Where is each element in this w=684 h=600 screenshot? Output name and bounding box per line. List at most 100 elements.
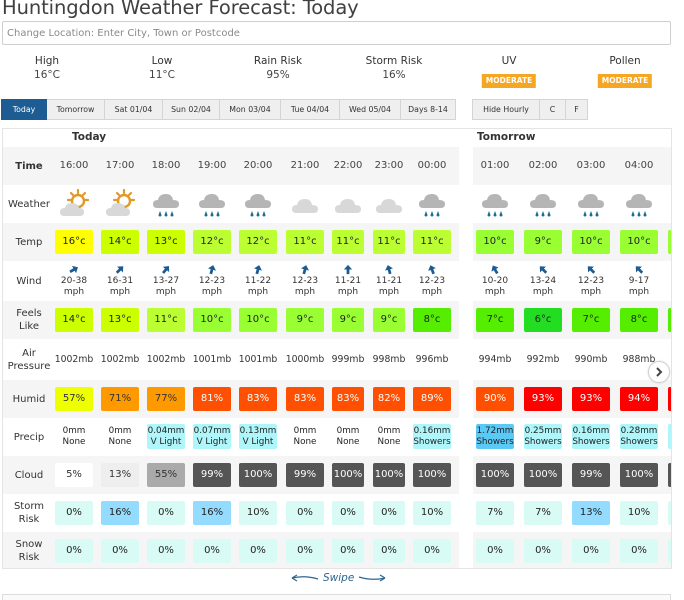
air-pressure-value: 994mb bbox=[478, 354, 512, 365]
wind-unit: mph bbox=[532, 287, 554, 297]
pollen-badge: MODERATE bbox=[597, 74, 653, 88]
rain-cloud-icon bbox=[245, 194, 271, 217]
precip-cell: 1.72mm Showers bbox=[476, 424, 514, 449]
precip-type: None bbox=[108, 436, 132, 447]
snow-risk-value: 0% bbox=[413, 539, 451, 563]
precip-cell: 0.13mm V Light bbox=[239, 424, 277, 449]
weather-icon-cell bbox=[476, 185, 514, 223]
precip-cell: 0S bbox=[668, 424, 671, 449]
tab-today[interactable]: Today bbox=[1, 99, 47, 120]
hour-time: 01:00 bbox=[480, 160, 510, 171]
precip-type: None bbox=[377, 436, 401, 447]
weather-icon-cell bbox=[55, 185, 93, 223]
weather-icon-cell bbox=[332, 185, 364, 223]
wind-unit: mph bbox=[378, 287, 400, 297]
tab-mon[interactable]: Mon 03/04 bbox=[220, 99, 281, 120]
wind-direction-arrow-icon bbox=[254, 265, 262, 275]
summary-storm-risk-label: Storm Risk bbox=[365, 55, 423, 67]
summary-storm-risk: Storm Risk 16% bbox=[366, 55, 423, 82]
wind-speed: 10-20 bbox=[481, 276, 509, 286]
precip-amount: 0mm bbox=[377, 426, 401, 436]
snow-risk-value: 0% bbox=[193, 539, 231, 563]
storm-risk-value: 7% bbox=[524, 501, 562, 525]
storm-risk-value: 16% bbox=[193, 501, 231, 525]
cloud-cover-value bbox=[668, 463, 671, 487]
weather-icon-cell bbox=[286, 185, 324, 223]
sun-cloud-icon bbox=[60, 189, 90, 216]
celsius-button[interactable]: C bbox=[540, 99, 566, 120]
precip-type: Showers bbox=[476, 436, 514, 447]
feels-like-value: 13°c bbox=[101, 308, 139, 332]
air-pressure-value: 1001mb bbox=[192, 354, 232, 365]
view-options: Hide Hourly C F bbox=[472, 99, 588, 120]
hour-time: 16:00 bbox=[59, 160, 89, 171]
wind-direction-arrow-icon bbox=[162, 265, 170, 274]
air-pressure-value: 998mb bbox=[372, 354, 406, 365]
weather-icon-cell bbox=[101, 185, 139, 223]
humidity-value: 71% bbox=[101, 387, 139, 411]
precip-amount: 0mm bbox=[336, 426, 360, 436]
temp-value bbox=[668, 230, 671, 254]
tab-sun[interactable]: Sun 02/04 bbox=[163, 99, 220, 120]
storm-risk-value: 0% bbox=[55, 501, 93, 525]
precip-amount: 1.72mm bbox=[476, 426, 514, 436]
humidity-value: 83% bbox=[332, 387, 364, 411]
weather-icon-cell bbox=[572, 185, 610, 223]
wind-unit: mph bbox=[109, 287, 131, 297]
precip-type: Showers bbox=[572, 436, 610, 447]
storm-risk-value: 0% bbox=[332, 501, 364, 525]
feels-like-value: 9°c bbox=[332, 308, 364, 332]
feels-like-value: 9°c bbox=[373, 308, 405, 332]
temp-value: 10°c bbox=[620, 230, 658, 254]
wind-unit: mph bbox=[247, 287, 269, 297]
tab-days-8-14[interactable]: Days 8-14 bbox=[401, 99, 456, 120]
row-label-weather: Weather bbox=[7, 198, 51, 210]
precip-cell: 0.28mm Showers bbox=[620, 424, 658, 449]
wind-speed: 11-21 bbox=[375, 276, 403, 286]
wind-direction-arrow-icon bbox=[385, 265, 393, 275]
precip-type: Showers bbox=[413, 436, 451, 447]
humidity-value: 77% bbox=[147, 387, 185, 411]
uv-badge: MODERATE bbox=[481, 74, 537, 88]
precip-type: Showers bbox=[620, 436, 658, 447]
summary-rain-risk-label: Rain Risk bbox=[253, 55, 303, 67]
storm-risk-value bbox=[668, 501, 671, 525]
cloud-icon bbox=[335, 199, 361, 213]
precip-type: V Light bbox=[196, 436, 228, 447]
hide-hourly-button[interactable]: Hide Hourly bbox=[472, 99, 540, 120]
precip-cell: 0mm None bbox=[332, 424, 364, 449]
precip-cell: 0.25mm Showers bbox=[524, 424, 562, 449]
fahrenheit-button[interactable]: F bbox=[566, 99, 588, 120]
day-header-today: Today bbox=[72, 131, 107, 143]
wind-cell: 11-21 mph bbox=[370, 262, 408, 300]
wind-speed: 20-38 bbox=[60, 276, 88, 286]
cloud-cover-value: 5% bbox=[55, 463, 93, 487]
tab-wed[interactable]: Wed 05/04 bbox=[340, 99, 401, 120]
precip-cell: 0.04mm V Light bbox=[147, 424, 185, 449]
rain-cloud-icon bbox=[419, 194, 445, 217]
wind-unit: mph bbox=[580, 287, 602, 297]
snow-risk-value: 0% bbox=[373, 539, 405, 563]
tab-sat[interactable]: Sat 01/04 bbox=[105, 99, 163, 120]
snow-risk-value: 0% bbox=[332, 539, 364, 563]
storm-risk-value: 10% bbox=[239, 501, 277, 525]
wind-unit: mph bbox=[337, 287, 359, 297]
wind-cell: 20-38 mph bbox=[52, 262, 96, 300]
summary-low-label: Low bbox=[151, 55, 173, 67]
feels-like-value: 8°c bbox=[620, 308, 658, 332]
summary-high-value: 16°C bbox=[34, 69, 60, 81]
cloud-icon bbox=[376, 199, 402, 213]
weather-icon-cell bbox=[620, 185, 658, 223]
row-label-wind: Wind bbox=[16, 275, 42, 287]
scroll-next-button[interactable] bbox=[648, 361, 670, 383]
wind-direction-arrow-icon bbox=[587, 266, 596, 274]
hourly-forecast-table[interactable]: Time Weather Temp Wind Feels Like Air Pr… bbox=[2, 128, 672, 569]
tab-tue[interactable]: Tue 04/04 bbox=[281, 99, 340, 120]
humidity-value: 57% bbox=[55, 387, 93, 411]
tab-tomorrow[interactable]: Tomorrow bbox=[47, 99, 105, 120]
location-search-input[interactable] bbox=[2, 21, 671, 45]
temp-value: 11°c bbox=[286, 230, 324, 254]
wind-speed: 11-22 bbox=[244, 276, 272, 286]
feels-like-value: 8°c bbox=[413, 308, 451, 332]
humidity-value: 93% bbox=[572, 387, 610, 411]
